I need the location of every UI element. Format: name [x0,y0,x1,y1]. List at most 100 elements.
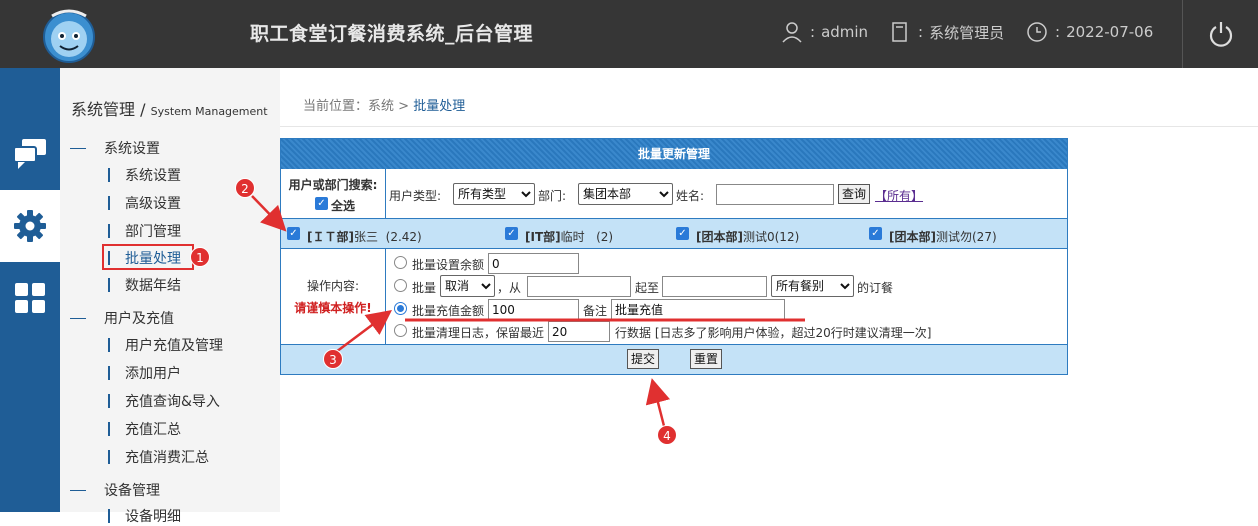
opt-clean-log-suffix: 行数据 [日志多了影响用户体验，超过20行时建议清理一次] [615,326,932,340]
user-name: 临时 [560,230,585,244]
user-entry: [ＩＴ部]张三 (2.42) [307,228,422,245]
opt-recharge-radio[interactable] [394,302,407,315]
annotation-badge: 2 [235,178,255,198]
sidebar-item-device-details[interactable]: 设备明细 [108,506,181,526]
sidebar-item-user-recharge[interactable]: 用户充值及管理 [108,335,223,355]
item-label: 设备明细 [125,509,181,525]
item-label: 数据年结 [125,278,181,294]
search-label: 用户或部门搜索: [288,178,378,192]
user-type-select[interactable]: 所有类型 [453,183,535,205]
item-label: 充值查询&导入 [125,394,220,410]
from-date-input[interactable] [527,276,631,297]
logo-icon [43,9,95,63]
sidebar-item-consumption-summary[interactable]: 充值消费汇总 [108,447,209,467]
meal-type-select[interactable]: 所有餐别 [771,275,854,297]
breadcrumb-path[interactable]: 系统 [368,99,394,114]
user-checkbox[interactable]: ✓ [505,227,518,240]
item-label: 部门管理 [125,224,181,240]
divider [280,126,1258,127]
date-value: 2022-07-06 [1066,23,1154,41]
search-row: 用户或部门搜索: ✓ 全选 用户类型: 所有类型 部门: 集团本部 姓名: 查询… [281,169,1067,219]
recharge-amount-input[interactable] [488,299,579,320]
user-name: admin [821,23,869,41]
opt-clean-log-label: 批量清理日志，保留最近 [412,326,545,340]
opt-cancel-orders-radio[interactable] [394,279,407,292]
opt-clean-log-radio[interactable] [394,324,407,337]
sidebar-group-system[interactable]: 系统设置 [70,138,160,158]
select-all: ✓ 全选 [281,196,385,213]
opt-set-balance-radio[interactable] [394,256,407,269]
dept-select[interactable]: 集团本部 [578,183,673,205]
select-all-checkbox[interactable]: ✓ [315,197,328,210]
breadcrumb: 当前位置：系统 > 批量处理 [303,95,465,114]
app-title: 职工食堂订餐消费系统_后台管理 [250,23,534,45]
user-checkbox[interactable]: ✓ [869,227,882,240]
set-balance-input[interactable] [488,253,579,274]
sidebar-item-year-end[interactable]: 数据年结 [108,275,181,295]
dept-label: 部门: [538,189,567,203]
user-checkbox[interactable]: ✓ [676,227,689,240]
top-bar: 职工食堂订餐消费系统_后台管理 : admin : 系统管理员 : 2022-0… [0,0,1258,68]
show-all-link[interactable]: 【所有】 [875,187,923,204]
user-balance: (27) [972,230,997,244]
item-label: 系统设置 [125,168,181,184]
item-label: 高级设置 [125,196,181,212]
sidebar-item-batch-processing[interactable]: 批量处理 [102,244,194,270]
user-dept: [ＩＴ部] [307,230,354,244]
batch-update-panel: 批量更新管理 用户或部门搜索: ✓ 全选 用户类型: 所有类型 部门: 集团本部… [280,138,1068,375]
gear-icon [14,210,46,242]
sidebar-group-devices[interactable]: 设备管理 [70,480,160,500]
sidebar-group-users[interactable]: 用户及充值 [70,308,174,328]
cancel-action-select[interactable]: 取消 [440,275,495,297]
clock-icon [1027,22,1047,42]
sidebar-item-system-settings[interactable]: 系统设置 [108,165,181,185]
sidebar-item-dept-management[interactable]: 部门管理 [108,221,181,241]
annotation-arrow [645,378,671,427]
sidebar: 系统管理 / System Management 系统设置 系统设置 高级设置 … [60,68,280,525]
date-sep: : [1055,23,1061,41]
search-label-cell: 用户或部门搜索: ✓ 全选 [281,169,386,218]
date-info: : 2022-07-06 [1025,20,1153,44]
opt-recharge-label: 批量充值金额 [412,304,485,318]
reset-button[interactable]: 重置 [690,349,723,369]
user-type-label: 用户类型: [389,189,442,203]
user-entry: [团本部]测试勿(27) [889,228,997,245]
item-label: 充值消费汇总 [125,450,209,466]
user-name: 张三 [353,230,378,244]
keep-rows-input[interactable] [548,321,610,342]
sidebar-item-advanced-settings[interactable]: 高级设置 [108,193,181,213]
note-input[interactable] [611,299,785,320]
ops-label: 操作内容: [306,279,360,293]
select-all-label: 全选 [331,199,356,213]
user-name: 测试勿 [935,230,972,244]
submit-button[interactable]: 提交 [627,349,660,369]
to-date-input[interactable] [662,276,767,297]
module-rail [0,68,60,512]
sidebar-item-recharge-summary[interactable]: 充值汇总 [108,419,181,439]
operations-row: 操作内容: 请谨慎本操作! 批量设置余额 批量 取消 ，从 起至 所有餐别 的订… [281,249,1067,345]
opt-cancel-prefix: 批量 [412,281,437,295]
rail-messages-button[interactable] [0,118,60,190]
role-icon [892,22,907,42]
user-icon [782,22,802,43]
user-entry: [IT部]临时 (2) [525,228,613,245]
user-name: 测试0 [742,230,775,244]
sidebar-item-add-user[interactable]: 添加用户 [108,363,181,383]
name-input[interactable] [716,184,834,205]
query-button[interactable]: 查询 [838,184,871,204]
name-label: 姓名: [676,189,705,203]
user-info: : admin [780,20,868,44]
note-label: 备注 [583,304,608,318]
user-checkbox[interactable]: ✓ [287,227,300,240]
sidebar-item-recharge-query[interactable]: 充值查询&导入 [108,391,220,411]
rail-apps-button[interactable] [0,262,60,334]
logout-button[interactable] [1182,0,1258,68]
rail-settings-button[interactable] [0,190,60,262]
annotation-badge: 1 [190,247,210,267]
ops-warning: 请谨慎本操作! [294,301,372,315]
item-label: 用户充值及管理 [125,338,223,354]
panel-title: 批量更新管理 [281,139,1067,169]
opt-to-label: 起至 [635,281,660,295]
role-name: 系统管理员 [929,23,1005,42]
user-dept: [IT部] [525,230,561,244]
